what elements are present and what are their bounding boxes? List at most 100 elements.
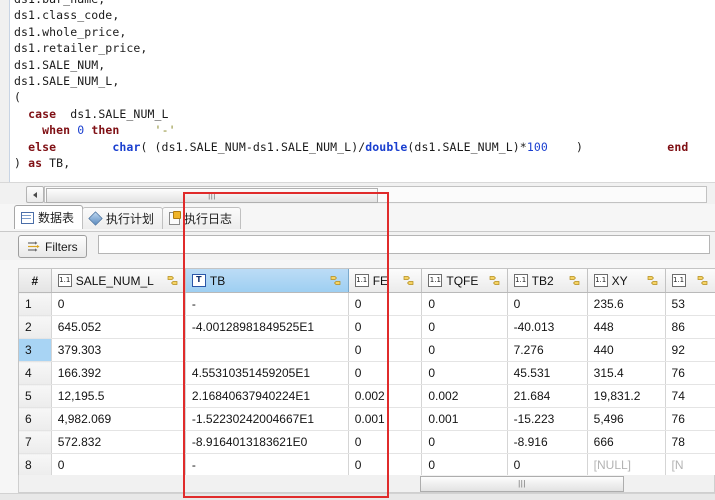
cell-tb2[interactable]: 0 [507, 453, 588, 476]
cell-tb2[interactable]: -15.223 [507, 407, 588, 431]
cell-tb[interactable]: 2.16840637940224E1 [185, 384, 349, 408]
table-row[interactable]: 6 4,982.069 -1.52230242004667E1 0.001 0.001-… [19, 407, 715, 431]
grid-header-xy[interactable]: 1.1 XY [587, 269, 666, 293]
key-sort-icon[interactable] [402, 275, 415, 286]
scroll-left-arrow-icon[interactable] [26, 186, 44, 203]
cell-sale_num_l[interactable]: 12,195.5 [51, 384, 186, 408]
cell-xy[interactable]: 448 [587, 315, 666, 339]
cell-sale_num_l[interactable]: 4,982.069 [51, 407, 186, 431]
sql-editor[interactable]: ds1.bar_name, ds1.class_code,ds1.whole_pr… [0, 0, 715, 182]
cell-tb[interactable]: -1.52230242004667E1 [185, 407, 349, 431]
cell-xy[interactable]: 235.6 [587, 292, 666, 316]
cell-tqfe[interactable]: 0.001 [421, 407, 508, 431]
cell-xy[interactable]: 5,496 [587, 407, 666, 431]
cell-xy[interactable]: 19,831.2 [587, 384, 666, 408]
cell-sale_num_l[interactable]: 166.392 [51, 361, 186, 385]
cell-tb[interactable]: - [185, 453, 349, 476]
row-number[interactable]: 8 [19, 453, 52, 476]
key-sort-icon[interactable] [329, 275, 342, 286]
row-number[interactable]: 7 [19, 430, 52, 454]
result-grid[interactable]: #1.1 SALE_NUM_L T TB 1.1 FE 1.1 TQFE 1.1 TB2 1.1 XY… [18, 268, 715, 476]
filters-button[interactable]: Filters [18, 235, 87, 258]
tab-execution-log[interactable]: 执行日志 [162, 207, 242, 229]
cell-unnamed[interactable]: 53 [665, 292, 715, 316]
table-row[interactable]: 7 572.832 -8.9164013183621E0 0 0 -8.916 666 78 [19, 430, 715, 454]
tab-data-table[interactable]: 数据表 [14, 205, 84, 229]
table-row[interactable]: 2 645.052 -4.00128981849525E1 0 0 -40.013 448 8… [19, 315, 715, 339]
cell-fe[interactable]: 0.001 [348, 407, 423, 431]
cell-sale_num_l[interactable]: 0 [51, 292, 186, 316]
grid-scroll-thumb[interactable]: ||| [420, 476, 624, 492]
row-number[interactable]: 5 [19, 384, 52, 408]
row-number[interactable]: 2 [19, 315, 52, 339]
cell-unnamed[interactable]: 92 [665, 338, 715, 362]
cell-sale_num_l[interactable]: 572.832 [51, 430, 186, 454]
cell-unnamed[interactable]: 86 [665, 315, 715, 339]
editor-scroll-thumb[interactable]: ||| [46, 188, 378, 203]
table-row[interactable]: 5 12,195.5 2.16840637940224E1 0.002 0.002 21.… [19, 384, 715, 408]
cell-tqfe[interactable]: 0.002 [421, 384, 508, 408]
cell-sale_num_l[interactable]: 379.303 [51, 338, 186, 362]
cell-tb[interactable]: 4.55310351459205E1 [185, 361, 349, 385]
cell-unnamed[interactable]: 76 [665, 361, 715, 385]
grid-header-sale_num_l[interactable]: 1.1 SALE_NUM_L [51, 269, 186, 293]
row-number[interactable]: 3 [19, 338, 52, 362]
editor-horizontal-scrollbar[interactable]: ||| [0, 182, 715, 205]
cell-fe[interactable]: 0 [348, 361, 423, 385]
key-sort-icon[interactable] [568, 275, 581, 286]
grid-header-fe[interactable]: 1.1 FE [348, 269, 423, 293]
results-tabbar[interactable]: 数据表 执行计划 执行日志 [14, 205, 242, 229]
key-sort-icon[interactable] [696, 275, 709, 286]
filter-input[interactable] [98, 235, 710, 254]
cell-tqfe[interactable]: 0 [421, 292, 508, 316]
cell-tqfe[interactable]: 0 [421, 361, 508, 385]
cell-unnamed[interactable]: [N [665, 453, 715, 476]
cell-tb2[interactable]: -40.013 [507, 315, 588, 339]
key-sort-icon[interactable] [488, 275, 501, 286]
cell-sale_num_l[interactable]: 645.052 [51, 315, 186, 339]
row-number[interactable]: 6 [19, 407, 52, 431]
cell-xy[interactable]: [NULL] [587, 453, 666, 476]
key-sort-icon[interactable] [166, 275, 179, 286]
cell-tb[interactable]: -8.9164013183621E0 [185, 430, 349, 454]
cell-fe[interactable]: 0 [348, 430, 423, 454]
cell-fe[interactable]: 0 [348, 453, 423, 476]
cell-tb2[interactable]: 21.684 [507, 384, 588, 408]
cell-xy[interactable]: 666 [587, 430, 666, 454]
cell-sale_num_l[interactable]: 0 [51, 453, 186, 476]
cell-tb2[interactable]: 7.276 [507, 338, 588, 362]
cell-unnamed[interactable]: 78 [665, 430, 715, 454]
cell-tb2[interactable]: 45.531 [507, 361, 588, 385]
cell-fe[interactable]: 0.002 [348, 384, 423, 408]
table-row[interactable]: 8 0-0 0 0 [NULL] [N [19, 453, 715, 476]
cell-unnamed[interactable]: 74 [665, 384, 715, 408]
grid-horizontal-scrollbar[interactable]: ||| [18, 475, 715, 493]
cell-tb[interactable]: -4.00128981849525E1 [185, 315, 349, 339]
key-sort-icon[interactable] [646, 275, 659, 286]
cell-tb[interactable]: - [185, 292, 349, 316]
cell-tb[interactable]: 7.27565704692183E0 [184, 338, 349, 362]
grid-header-tqfe[interactable]: 1.1 TQFE [421, 269, 508, 293]
grid-header-tb[interactable]: T TB [185, 269, 349, 293]
table-row[interactable]: 4 166.392 4.55310351459205E1 0 0 45.531 315.4 7… [19, 361, 715, 385]
cell-tqfe[interactable]: 0 [421, 453, 508, 476]
editor-scroll-track[interactable]: ||| [44, 186, 707, 203]
grid-header-tb2[interactable]: 1.1 TB2 [507, 269, 588, 293]
cell-xy[interactable]: 315.4 [587, 361, 666, 385]
sql-code-text[interactable]: ds1.bar_name, ds1.class_code,ds1.whole_pr… [14, 0, 688, 171]
cell-unnamed[interactable]: 76 [665, 407, 715, 431]
cell-fe[interactable]: 0 [348, 315, 423, 339]
cell-tqfe[interactable]: 0 [421, 338, 508, 362]
cell-fe[interactable]: 0 [348, 338, 423, 362]
grid-body[interactable]: 1 0-0 0 0 235.6 53 2 645.052 -4.00128981849525E1… [19, 292, 715, 476]
row-number[interactable]: 4 [19, 361, 52, 385]
table-row[interactable]: 3 379.303 7.27565704692183E0 0 0 7.276 440 92 [19, 338, 715, 362]
cell-tqfe[interactable]: 0 [421, 430, 508, 454]
grid-header-unnamed-6[interactable]: 1.1 [665, 269, 715, 293]
cell-xy[interactable]: 440 [587, 338, 666, 362]
row-number[interactable]: 1 [19, 292, 52, 316]
tab-execution-plan[interactable]: 执行计划 [82, 207, 164, 229]
table-row[interactable]: 1 0-0 0 0 235.6 53 [19, 292, 715, 316]
cell-fe[interactable]: 0 [348, 292, 423, 316]
cell-tb2[interactable]: -8.916 [507, 430, 588, 454]
